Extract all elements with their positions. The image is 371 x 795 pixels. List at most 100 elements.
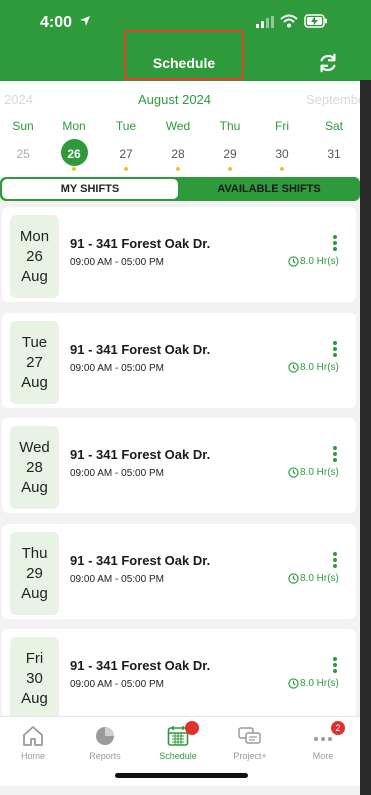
cellular-signal-icon bbox=[256, 16, 274, 28]
weekday-sat: Sat bbox=[324, 119, 343, 133]
page-title: Schedule bbox=[124, 30, 244, 80]
shift-weekday: Mon bbox=[19, 228, 50, 245]
day-30[interactable]: 30 bbox=[262, 147, 302, 161]
weekday-wed: Wed bbox=[165, 119, 191, 133]
shift-date-box: Fri 30 Aug bbox=[10, 637, 59, 720]
shift-month: Aug bbox=[21, 479, 48, 496]
clock-icon bbox=[288, 362, 299, 373]
clock-icon bbox=[288, 467, 299, 478]
home-icon bbox=[23, 726, 43, 746]
weekday-thu: Thu bbox=[219, 119, 241, 133]
shift-hours-label: 8.0 Hr(s) bbox=[300, 678, 339, 689]
tab-more[interactable]: More 2 bbox=[287, 721, 359, 761]
shift-weekday: Tue bbox=[21, 334, 48, 351]
shift-time: 09:00 AM - 05:00 PM bbox=[70, 574, 164, 585]
clock-icon bbox=[288, 573, 299, 584]
status-time: 4:00 bbox=[40, 14, 73, 31]
tab-available-shifts[interactable]: AVAILABLE SHIFTS bbox=[178, 179, 358, 199]
tab-reports[interactable]: Reports bbox=[69, 723, 141, 761]
current-month-label: August 2024 bbox=[138, 92, 212, 107]
home-indicator[interactable] bbox=[115, 773, 248, 778]
battery-charging-icon bbox=[304, 14, 327, 28]
shift-hours: 8.0 Hr(s) bbox=[288, 467, 339, 478]
more-options-icon[interactable] bbox=[332, 235, 338, 253]
shift-address: 91 - 341 Forest Oak Dr. bbox=[70, 553, 211, 568]
location-arrow-icon bbox=[80, 16, 90, 26]
shift-hours: 8.0 Hr(s) bbox=[288, 362, 339, 373]
shift-month: Aug bbox=[21, 585, 48, 602]
prev-month-label[interactable]: 2024 bbox=[4, 92, 33, 107]
tab-project-label: Project+ bbox=[233, 751, 267, 761]
tab-home-label: Home bbox=[20, 751, 45, 761]
shift-dot bbox=[124, 167, 128, 171]
tab-project[interactable]: Project+ bbox=[214, 723, 286, 761]
tab-schedule-label: Schedule bbox=[159, 751, 197, 761]
shift-hours-label: 8.0 Hr(s) bbox=[300, 573, 339, 584]
day-31[interactable]: 31 bbox=[314, 147, 354, 161]
day-29[interactable]: 29 bbox=[210, 147, 250, 161]
shift-card[interactable]: Mon 26 Aug 91 - 341 Forest Oak Dr. 09:00… bbox=[2, 207, 356, 302]
shift-time: 09:00 AM - 05:00 PM bbox=[70, 468, 164, 479]
shift-hours-label: 8.0 Hr(s) bbox=[300, 256, 339, 267]
shift-hours: 8.0 Hr(s) bbox=[288, 256, 339, 267]
shift-weekday: Wed bbox=[19, 439, 50, 456]
shift-card[interactable]: Fri 30 Aug 91 - 341 Forest Oak Dr. 09:00… bbox=[2, 629, 356, 724]
clock-icon bbox=[288, 678, 299, 689]
week-calendar[interactable]: 2024 August 2024 September Sun Mon Tue W… bbox=[0, 81, 360, 177]
shift-date-box: Tue 27 Aug bbox=[10, 321, 59, 404]
shift-dot bbox=[176, 167, 180, 171]
tab-schedule[interactable]: Schedule bbox=[142, 721, 214, 761]
tab-home[interactable]: Home bbox=[0, 723, 69, 761]
day-26-selected[interactable]: 26 bbox=[54, 147, 94, 161]
shift-day: 29 bbox=[26, 565, 43, 582]
background-edge bbox=[360, 0, 371, 795]
refresh-icon[interactable] bbox=[317, 52, 339, 74]
weekday-sun: Sun bbox=[12, 119, 34, 133]
shift-month: Aug bbox=[21, 268, 48, 285]
weekday-fri: Fri bbox=[275, 119, 289, 133]
shift-hours: 8.0 Hr(s) bbox=[288, 573, 339, 584]
chat-bubbles-icon bbox=[238, 727, 261, 744]
shift-dot bbox=[72, 167, 76, 171]
day-27[interactable]: 27 bbox=[106, 147, 146, 161]
shift-day: 26 bbox=[26, 248, 43, 265]
shift-date-box: Mon 26 Aug bbox=[10, 215, 59, 298]
shift-day: 30 bbox=[26, 670, 43, 687]
shift-day: 27 bbox=[26, 354, 43, 371]
tab-my-shifts[interactable]: MY SHIFTS bbox=[2, 179, 178, 199]
schedule-notification-badge bbox=[185, 721, 199, 735]
shift-dot bbox=[280, 167, 284, 171]
pie-chart-icon bbox=[96, 727, 114, 745]
shift-time: 09:00 AM - 05:00 PM bbox=[70, 679, 164, 690]
shift-hours-label: 8.0 Hr(s) bbox=[300, 362, 339, 373]
shift-address: 91 - 341 Forest Oak Dr. bbox=[70, 658, 211, 673]
more-notification-badge: 2 bbox=[331, 721, 345, 735]
app-header: 4:00 Schedule bbox=[0, 0, 360, 81]
shift-weekday: Thu bbox=[21, 545, 48, 562]
weekday-tue: Tue bbox=[115, 119, 137, 133]
shift-card[interactable]: Thu 29 Aug 91 - 341 Forest Oak Dr. 09:00… bbox=[2, 524, 356, 619]
day-28[interactable]: 28 bbox=[158, 147, 198, 161]
shift-day: 28 bbox=[26, 459, 43, 476]
tab-more-label: More bbox=[312, 751, 334, 761]
tab-reports-label: Reports bbox=[89, 751, 121, 761]
wifi-icon bbox=[280, 14, 298, 28]
shift-address: 91 - 341 Forest Oak Dr. bbox=[70, 236, 211, 251]
weekday-mon: Mon bbox=[62, 119, 86, 133]
shift-hours: 8.0 Hr(s) bbox=[288, 678, 339, 689]
day-25[interactable]: 25 bbox=[3, 147, 43, 161]
shift-address: 91 - 341 Forest Oak Dr. bbox=[70, 342, 211, 357]
more-options-icon[interactable] bbox=[332, 552, 338, 570]
app-screen: 4:00 Schedule 2024 August 2024 Septemb S… bbox=[0, 0, 360, 795]
shift-card[interactable]: Wed 28 Aug 91 - 341 Forest Oak Dr. 09:00… bbox=[2, 418, 356, 513]
more-options-icon[interactable] bbox=[332, 657, 338, 675]
clock-icon bbox=[288, 256, 299, 267]
shift-card[interactable]: Tue 27 Aug 91 - 341 Forest Oak Dr. 09:00… bbox=[2, 313, 356, 408]
shift-hours-label: 8.0 Hr(s) bbox=[300, 467, 339, 478]
shift-date-box: Thu 29 Aug bbox=[10, 532, 59, 615]
shift-date-box: Wed 28 Aug bbox=[10, 426, 59, 509]
more-options-icon[interactable] bbox=[332, 341, 338, 359]
next-month-label[interactable]: September bbox=[306, 92, 360, 107]
more-options-icon[interactable] bbox=[332, 446, 338, 464]
shift-weekday: Fri bbox=[25, 650, 44, 667]
